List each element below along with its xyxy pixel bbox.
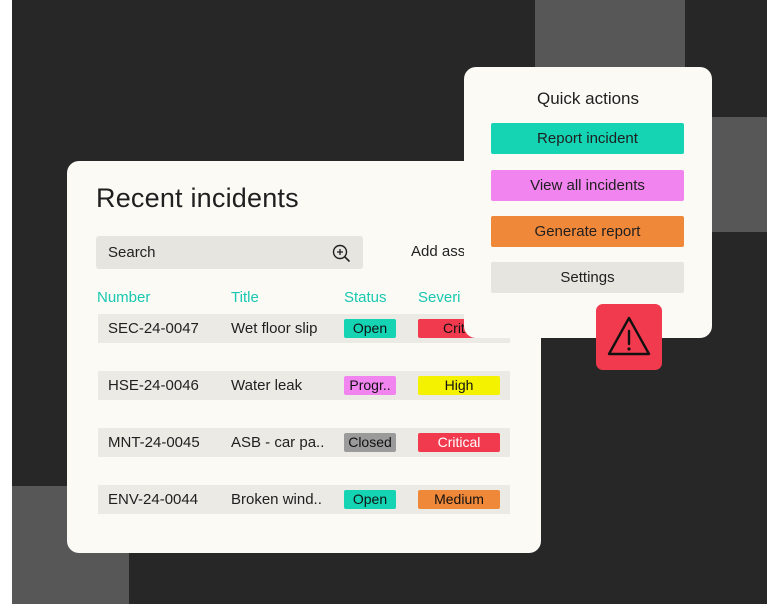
status-badge: Open: [344, 490, 396, 509]
column-header-status[interactable]: Status: [344, 289, 387, 306]
settings-button[interactable]: Settings: [491, 262, 684, 293]
table-row[interactable]: MNT-24-0045 ASB - car pa.. Closed Critic…: [98, 428, 510, 457]
table-row[interactable]: HSE-24-0046 Water leak Progr.. High: [98, 371, 510, 400]
table-row[interactable]: SEC-24-0047 Wet floor slip Open Critic: [98, 314, 510, 343]
report-incident-button[interactable]: Report incident: [491, 123, 684, 154]
generate-report-button[interactable]: Generate report: [491, 216, 684, 247]
column-header-title[interactable]: Title: [231, 289, 259, 306]
severity-badge: Critical: [418, 433, 500, 452]
warning-badge[interactable]: [596, 304, 662, 370]
column-header-number[interactable]: Number: [97, 289, 150, 306]
incident-title: Wet floor slip: [231, 320, 318, 337]
quick-actions-title: Quick actions: [536, 89, 640, 108]
view-all-incidents-button[interactable]: View all incidents: [491, 170, 684, 201]
column-header-severity[interactable]: Severi: [418, 289, 461, 306]
card-title: Recent incidents: [96, 183, 299, 213]
incident-title: Water leak: [231, 377, 303, 394]
incident-number: MNT-24-0045: [108, 434, 200, 451]
severity-badge: High: [418, 376, 500, 395]
search-input[interactable]: Search: [96, 236, 363, 269]
severity-badge: Medium: [418, 490, 500, 509]
zoom-in-icon[interactable]: [331, 243, 351, 263]
status-badge: Progr..: [344, 376, 396, 395]
status-badge: Closed: [344, 433, 396, 452]
status-badge: Open: [344, 319, 396, 338]
incident-title: Broken wind..: [231, 491, 322, 508]
incident-number: HSE-24-0046: [108, 377, 199, 394]
incident-title: ASB - car pa..: [231, 434, 325, 451]
add-assignee-link[interactable]: Add ass: [411, 243, 465, 260]
incident-number: SEC-24-0047: [108, 320, 199, 337]
warning-triangle-icon: [607, 316, 651, 356]
search-placeholder: Search: [108, 244, 156, 261]
table-row[interactable]: ENV-24-0044 Broken wind.. Open Medium: [98, 485, 510, 514]
quick-actions-card: Quick actions Report incident View all i…: [464, 67, 712, 338]
incident-number: ENV-24-0044: [108, 491, 199, 508]
